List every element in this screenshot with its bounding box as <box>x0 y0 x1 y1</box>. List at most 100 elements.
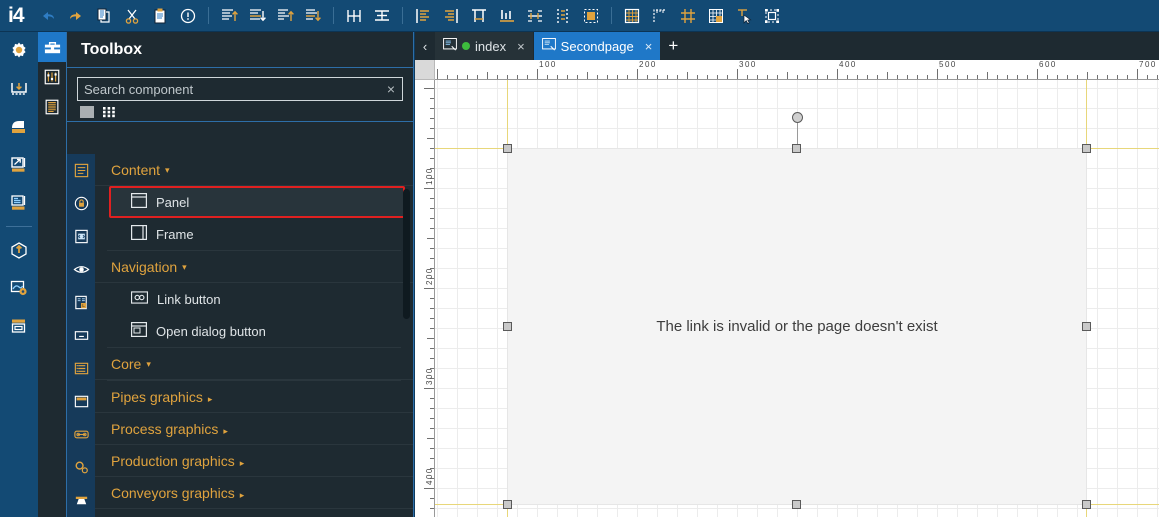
ruler-tick <box>537 69 538 79</box>
rotation-handle[interactable] <box>792 112 803 123</box>
settings-icon[interactable] <box>0 32 38 70</box>
chevron-right-icon[interactable]: ▸ <box>240 490 245 500</box>
archive-icon[interactable] <box>0 108 38 146</box>
labelled-book-icon[interactable]: L <box>67 286 95 319</box>
redo-icon[interactable] <box>63 3 89 29</box>
align-right-icon[interactable] <box>300 3 326 29</box>
chevron-right-icon[interactable]: ▸ <box>240 458 245 468</box>
chevron-down-icon[interactable]: ▾ <box>165 165 170 175</box>
toolbox-section-pipes-graphics[interactable]: Pipes graphics ▸ <box>95 381 413 413</box>
space-evenly-icon[interactable] <box>550 3 576 29</box>
ruler-tick <box>1157 75 1158 79</box>
ruler-tick <box>687 72 688 79</box>
toolbox-item-open-dialog-button[interactable]: Open dialog button <box>95 315 413 347</box>
grid-view-icon[interactable] <box>101 104 117 120</box>
properties-icon[interactable] <box>38 62 66 92</box>
tab-scroll-left-icon[interactable]: ‹ <box>415 32 435 60</box>
resize-handle-nw[interactable] <box>503 144 512 153</box>
toolbox-icon[interactable] <box>38 32 66 62</box>
info-icon[interactable] <box>175 3 201 29</box>
list-view-icon[interactable] <box>79 104 95 120</box>
paste-icon[interactable] <box>147 3 173 29</box>
chevron-down-icon[interactable]: ▾ <box>182 262 187 272</box>
vertical-ruler[interactable]: 100 200 300 400 <box>415 80 435 517</box>
toolbox-list[interactable]: Content ▾ Panel Frame Navigation ▾ Link … <box>95 154 413 517</box>
toolbox-section-content[interactable]: Content ▾ <box>95 154 413 186</box>
toolbox-item-frame[interactable]: Frame <box>95 218 413 250</box>
panel-object[interactable]: The link is invalid or the page doesn't … <box>507 148 1087 505</box>
ruler-tick <box>1057 75 1058 79</box>
export-icon[interactable] <box>0 146 38 184</box>
design-canvas[interactable]: The link is invalid or the page doesn't … <box>435 80 1159 517</box>
panel-icon[interactable] <box>67 385 95 418</box>
toolbox-section-conveyors-graphics[interactable]: Conveyors graphics ▸ <box>95 477 413 509</box>
content-icon[interactable] <box>67 154 95 187</box>
resize-handle-ne[interactable] <box>1082 144 1091 153</box>
grid-icon[interactable] <box>619 3 645 29</box>
resize-handle-s[interactable] <box>792 500 801 509</box>
snap-grid-icon[interactable] <box>675 3 701 29</box>
deploy-icon[interactable] <box>0 231 38 269</box>
eye-icon[interactable] <box>67 253 95 286</box>
document-icon[interactable] <box>0 184 38 222</box>
undo-icon[interactable] <box>35 3 61 29</box>
ruler-tick <box>797 75 798 79</box>
chevron-right-icon[interactable]: ▸ <box>208 394 213 404</box>
box-icon[interactable] <box>0 307 38 345</box>
toolbox-section-production-graphics[interactable]: Production graphics ▸ <box>95 445 413 477</box>
align-left-icon[interactable] <box>272 3 298 29</box>
align-top-icon[interactable] <box>216 3 242 29</box>
toolbox-section-core[interactable]: Core ▾ <box>95 348 413 380</box>
ruler-tick <box>547 75 548 79</box>
align-vertical-left-icon[interactable] <box>410 3 436 29</box>
production-icon[interactable] <box>67 484 95 517</box>
resize-handle-sw[interactable] <box>503 500 512 509</box>
ruler-tick <box>727 75 728 79</box>
button-icon[interactable] <box>67 319 95 352</box>
align-vertical-right-icon[interactable] <box>438 3 464 29</box>
resize-handle-n[interactable] <box>792 144 801 153</box>
distribute-horizontal-icon[interactable] <box>341 3 367 29</box>
close-icon[interactable]: × <box>645 39 653 54</box>
group-icon[interactable] <box>578 3 604 29</box>
list-icon[interactable] <box>38 92 66 122</box>
table-icon[interactable] <box>67 352 95 385</box>
bring-front-icon[interactable] <box>759 3 785 29</box>
resize-handle-w[interactable] <box>503 322 512 331</box>
close-icon[interactable]: × <box>517 39 525 54</box>
image-settings-icon[interactable] <box>0 269 38 307</box>
search-box[interactable]: × <box>77 77 403 101</box>
add-tab-icon[interactable]: + <box>661 32 685 60</box>
chevron-right-icon[interactable]: ▸ <box>223 426 228 436</box>
process-icon[interactable] <box>67 451 95 484</box>
template-icon[interactable] <box>67 220 95 253</box>
search-input[interactable] <box>78 78 380 100</box>
same-size-icon[interactable] <box>522 3 548 29</box>
tab-index[interactable]: index × <box>435 32 534 60</box>
resize-handle-e[interactable] <box>1082 322 1091 331</box>
grid-settings-icon[interactable] <box>703 3 729 29</box>
clear-search-icon[interactable]: × <box>380 78 402 100</box>
toolbox-section-navigation[interactable]: Navigation ▾ <box>95 251 413 283</box>
same-height-icon[interactable] <box>494 3 520 29</box>
chevron-down-icon[interactable]: ▾ <box>146 359 151 369</box>
pipes-icon[interactable] <box>67 418 95 451</box>
toolbox-item-link-button[interactable]: Link button <box>95 283 413 315</box>
resize-handle-se[interactable] <box>1082 500 1091 509</box>
align-bottom-icon[interactable] <box>244 3 270 29</box>
ruler-tick <box>477 75 478 79</box>
horizontal-ruler[interactable]: 100 200 300 400 500 600 700 <box>435 60 1159 80</box>
copy-icon[interactable] <box>91 3 117 29</box>
import-icon[interactable] <box>0 70 38 108</box>
distribute-vertical-icon[interactable] <box>369 3 395 29</box>
same-width-icon[interactable] <box>466 3 492 29</box>
ruler-tick <box>430 218 434 219</box>
ruler-icon[interactable] <box>647 3 673 29</box>
toolbox-scrollbar-thumb[interactable] <box>403 189 410 319</box>
tab-secondpage[interactable]: Secondpage × <box>533 32 662 60</box>
cut-icon[interactable] <box>119 3 145 29</box>
toolbox-section-process-graphics[interactable]: Process graphics ▸ <box>95 413 413 445</box>
select-pointer-icon[interactable] <box>731 3 757 29</box>
toolbox-item-panel[interactable]: Panel <box>109 186 405 218</box>
lock-icon[interactable] <box>67 187 95 220</box>
